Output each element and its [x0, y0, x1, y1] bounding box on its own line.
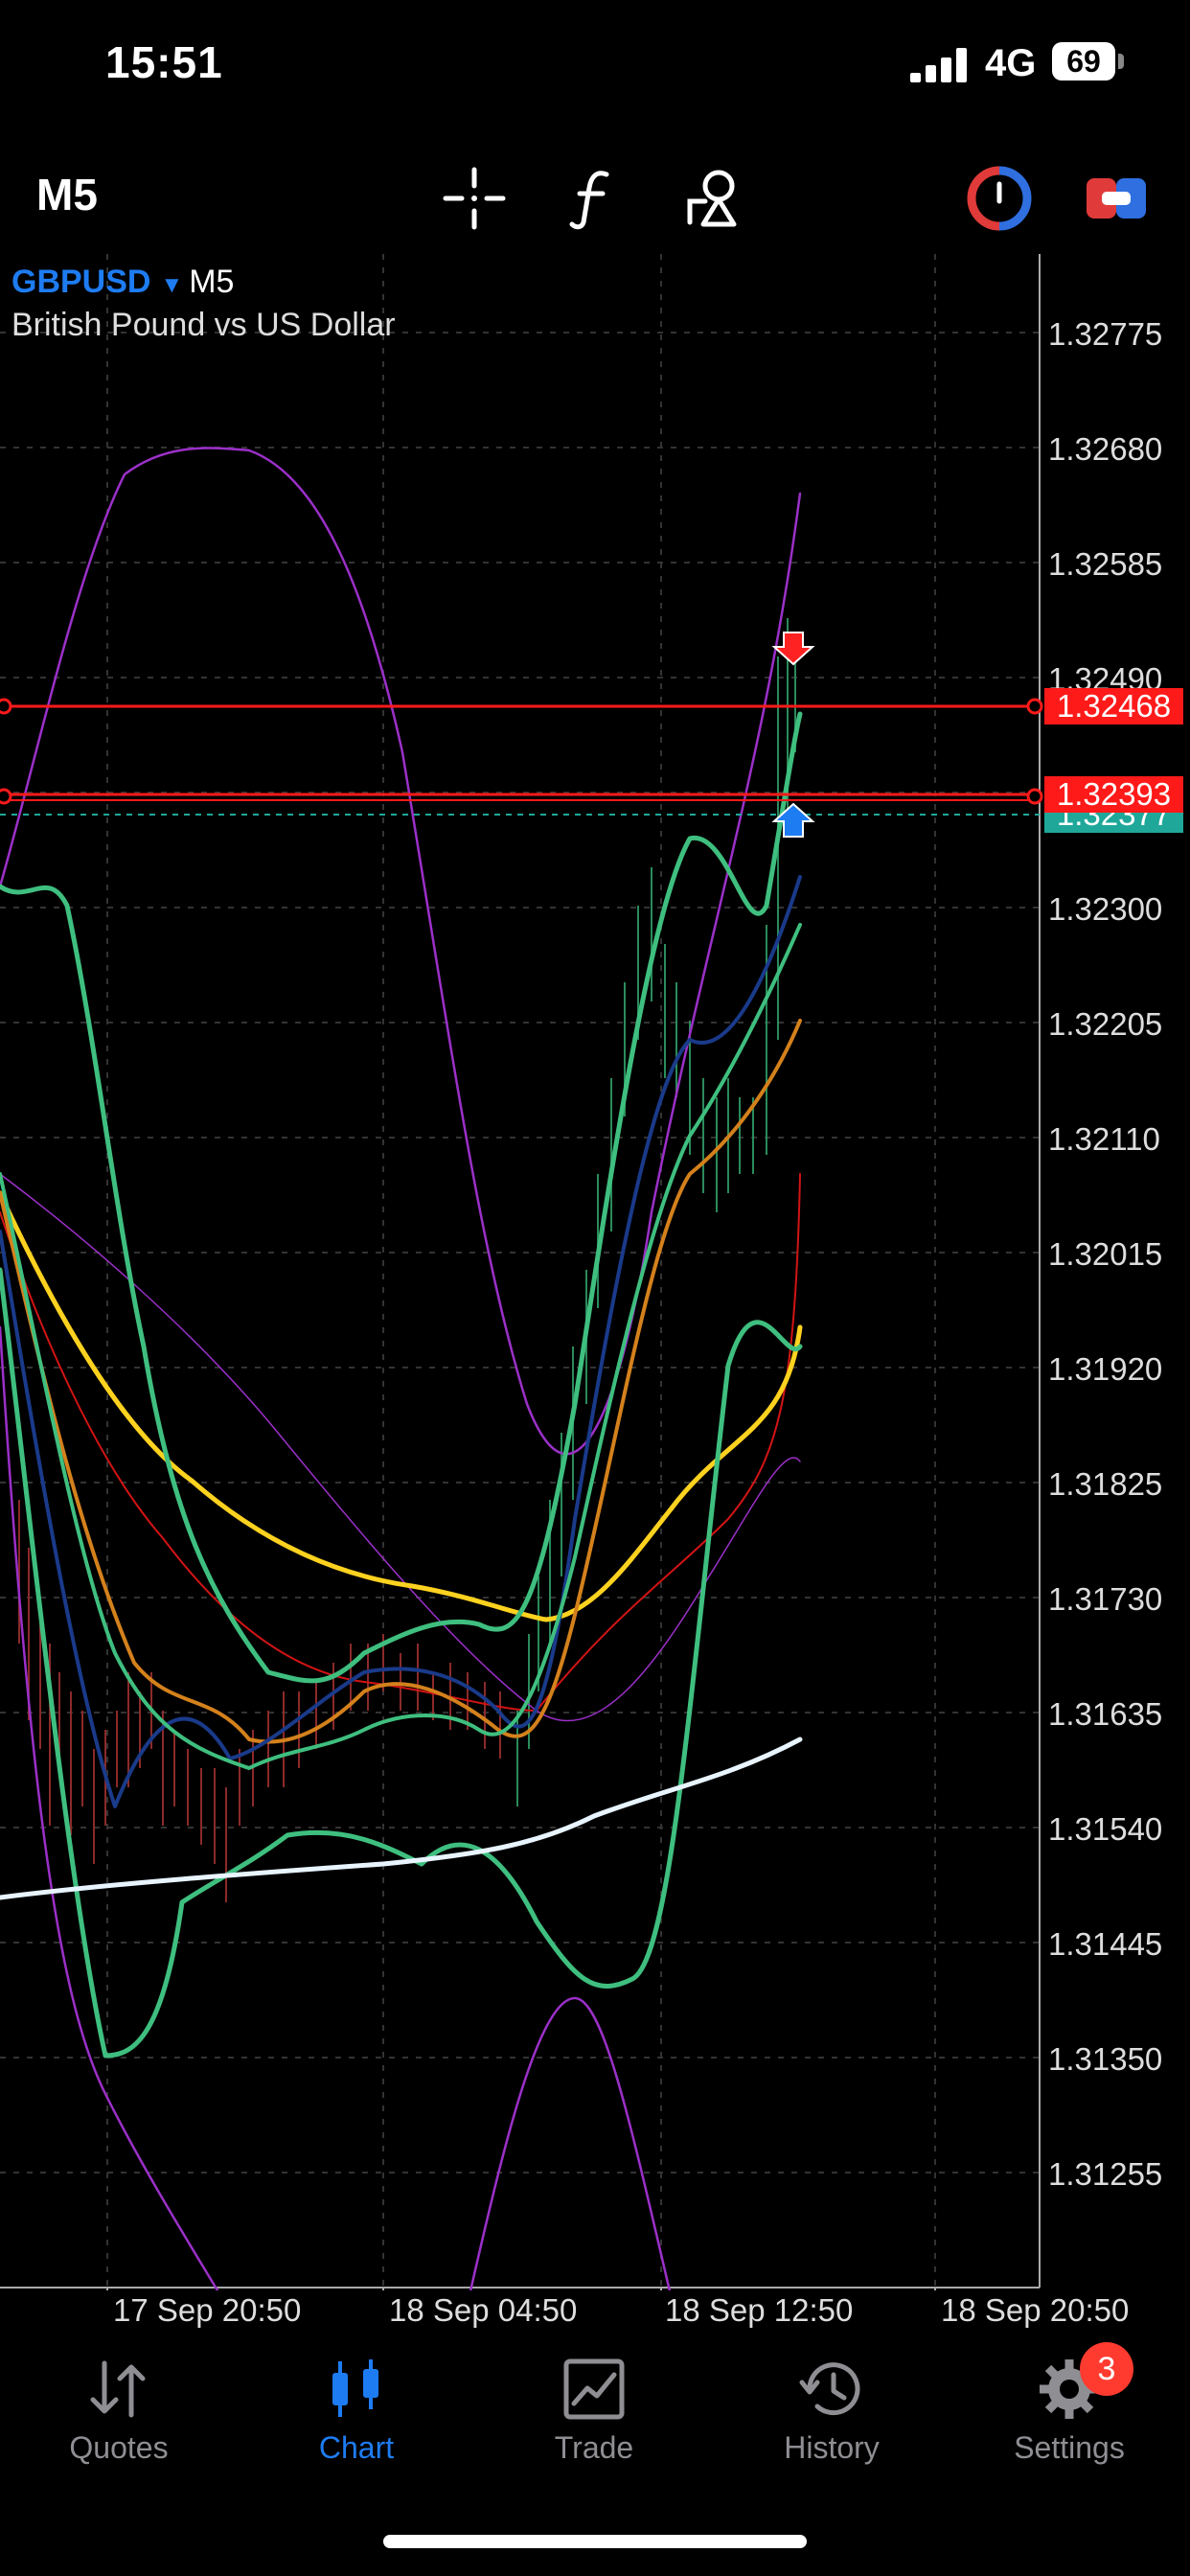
price-axis-label: 1.31445	[1048, 1926, 1163, 1962]
timeframe-button[interactable]: M5	[36, 169, 98, 220]
tab-quotes[interactable]: Quotes	[0, 2329, 238, 2492]
one-click-trading-icon[interactable]	[966, 165, 1033, 232]
history-icon	[799, 2362, 860, 2416]
purple-band-lower	[0, 1325, 672, 2290]
chart-canvas[interactable]	[0, 254, 1190, 2290]
bottom-tab-bar: Quotes Chart Trade History Settings 3	[0, 2329, 1190, 2520]
symbol-description: British Pound vs US Dollar	[11, 307, 396, 343]
price-axis-label: 1.31825	[1048, 1466, 1163, 1502]
price-axis-label: 1.31920	[1048, 1351, 1163, 1387]
sell-arrow-icon	[771, 632, 815, 666]
tab-settings[interactable]: Settings 3	[950, 2329, 1188, 2492]
white-ma	[0, 1736, 803, 1900]
price-axis-label: 1.32110	[1048, 1121, 1160, 1157]
notification-badge: 3	[1080, 2342, 1133, 2396]
battery-tip	[1118, 54, 1124, 69]
chart-icon	[332, 2359, 378, 2417]
tab-label: History	[784, 2430, 880, 2465]
price-axis-label: 1.31635	[1048, 1696, 1163, 1732]
time-axis-label: 18 Sep 20:50	[941, 2292, 1130, 2328]
tab-label: Chart	[318, 2430, 395, 2465]
status-time: 15:51	[105, 37, 223, 87]
price-axis-label: 1.32775	[1048, 316, 1163, 352]
price-axis-label: 1.31540	[1048, 1811, 1163, 1847]
green-band-upper	[0, 711, 803, 1684]
crosshair-icon[interactable]	[441, 165, 508, 232]
purple-band-upper	[0, 447, 802, 1456]
symbol-name[interactable]: GBPUSD	[11, 264, 150, 300]
time-axis-label: 17 Sep 20:50	[113, 2292, 302, 2328]
navy-ma	[0, 875, 802, 1808]
battery-icon: 69	[1052, 42, 1115, 80]
price-axis-label: 1.31350	[1048, 2041, 1163, 2077]
symbol-timeframe: M5	[189, 264, 235, 300]
price-chart[interactable]: GBPUSD ▼ M5 British Pound vs US Dollar 1.3…	[0, 254, 1190, 2328]
time-axis-label: 18 Sep 12:50	[665, 2292, 854, 2328]
price-axis-label: 1.31255	[1048, 2156, 1163, 2192]
price-axis-label: 1.32205	[1048, 1006, 1163, 1042]
time-axis-label: 18 Sep 04:50	[389, 2292, 578, 2328]
trade-levels-icon[interactable]	[1083, 165, 1150, 232]
tab-history[interactable]: History	[713, 2329, 950, 2492]
indicator-lines	[0, 447, 803, 2290]
price-axis-label: 1.32680	[1048, 431, 1163, 467]
order-line-handles	[0, 698, 1043, 805]
dropdown-caret-icon: ▼	[160, 272, 184, 298]
sell-level-tag[interactable]: 1.32468	[1044, 688, 1183, 724]
buy-level-tag[interactable]: 1.32393	[1044, 776, 1183, 813]
chart-toolbar: M5	[0, 144, 1190, 259]
objects-icon[interactable]	[680, 165, 747, 232]
status-bar: 15:51 4G 69	[0, 0, 1190, 134]
price-axis-label: 1.32300	[1048, 891, 1163, 927]
yellow-ma	[0, 1190, 803, 1622]
signal-icon	[910, 48, 967, 82]
price-axis-label: 1.32585	[1048, 546, 1163, 582]
home-indicator[interactable]	[383, 2535, 807, 2548]
tab-chart[interactable]: Chart	[238, 2329, 475, 2492]
tab-label: Trade	[554, 2430, 634, 2465]
price-axis-label: 1.32015	[1048, 1236, 1163, 1272]
tab-trade[interactable]: Trade	[475, 2329, 713, 2492]
network-type: 4G	[985, 42, 1037, 84]
symbol-selector[interactable]: GBPUSD ▼ M5	[11, 264, 234, 301]
function-icon[interactable]	[561, 165, 628, 232]
tab-label: Quotes	[69, 2430, 169, 2465]
price-axis-label: 1.31730	[1048, 1581, 1163, 1617]
tab-label: Settings	[1014, 2430, 1125, 2465]
quotes-icon	[90, 2360, 146, 2418]
price-candles	[18, 618, 796, 1902]
chart-grid	[0, 254, 1040, 2286]
trade-icon	[563, 2358, 625, 2420]
